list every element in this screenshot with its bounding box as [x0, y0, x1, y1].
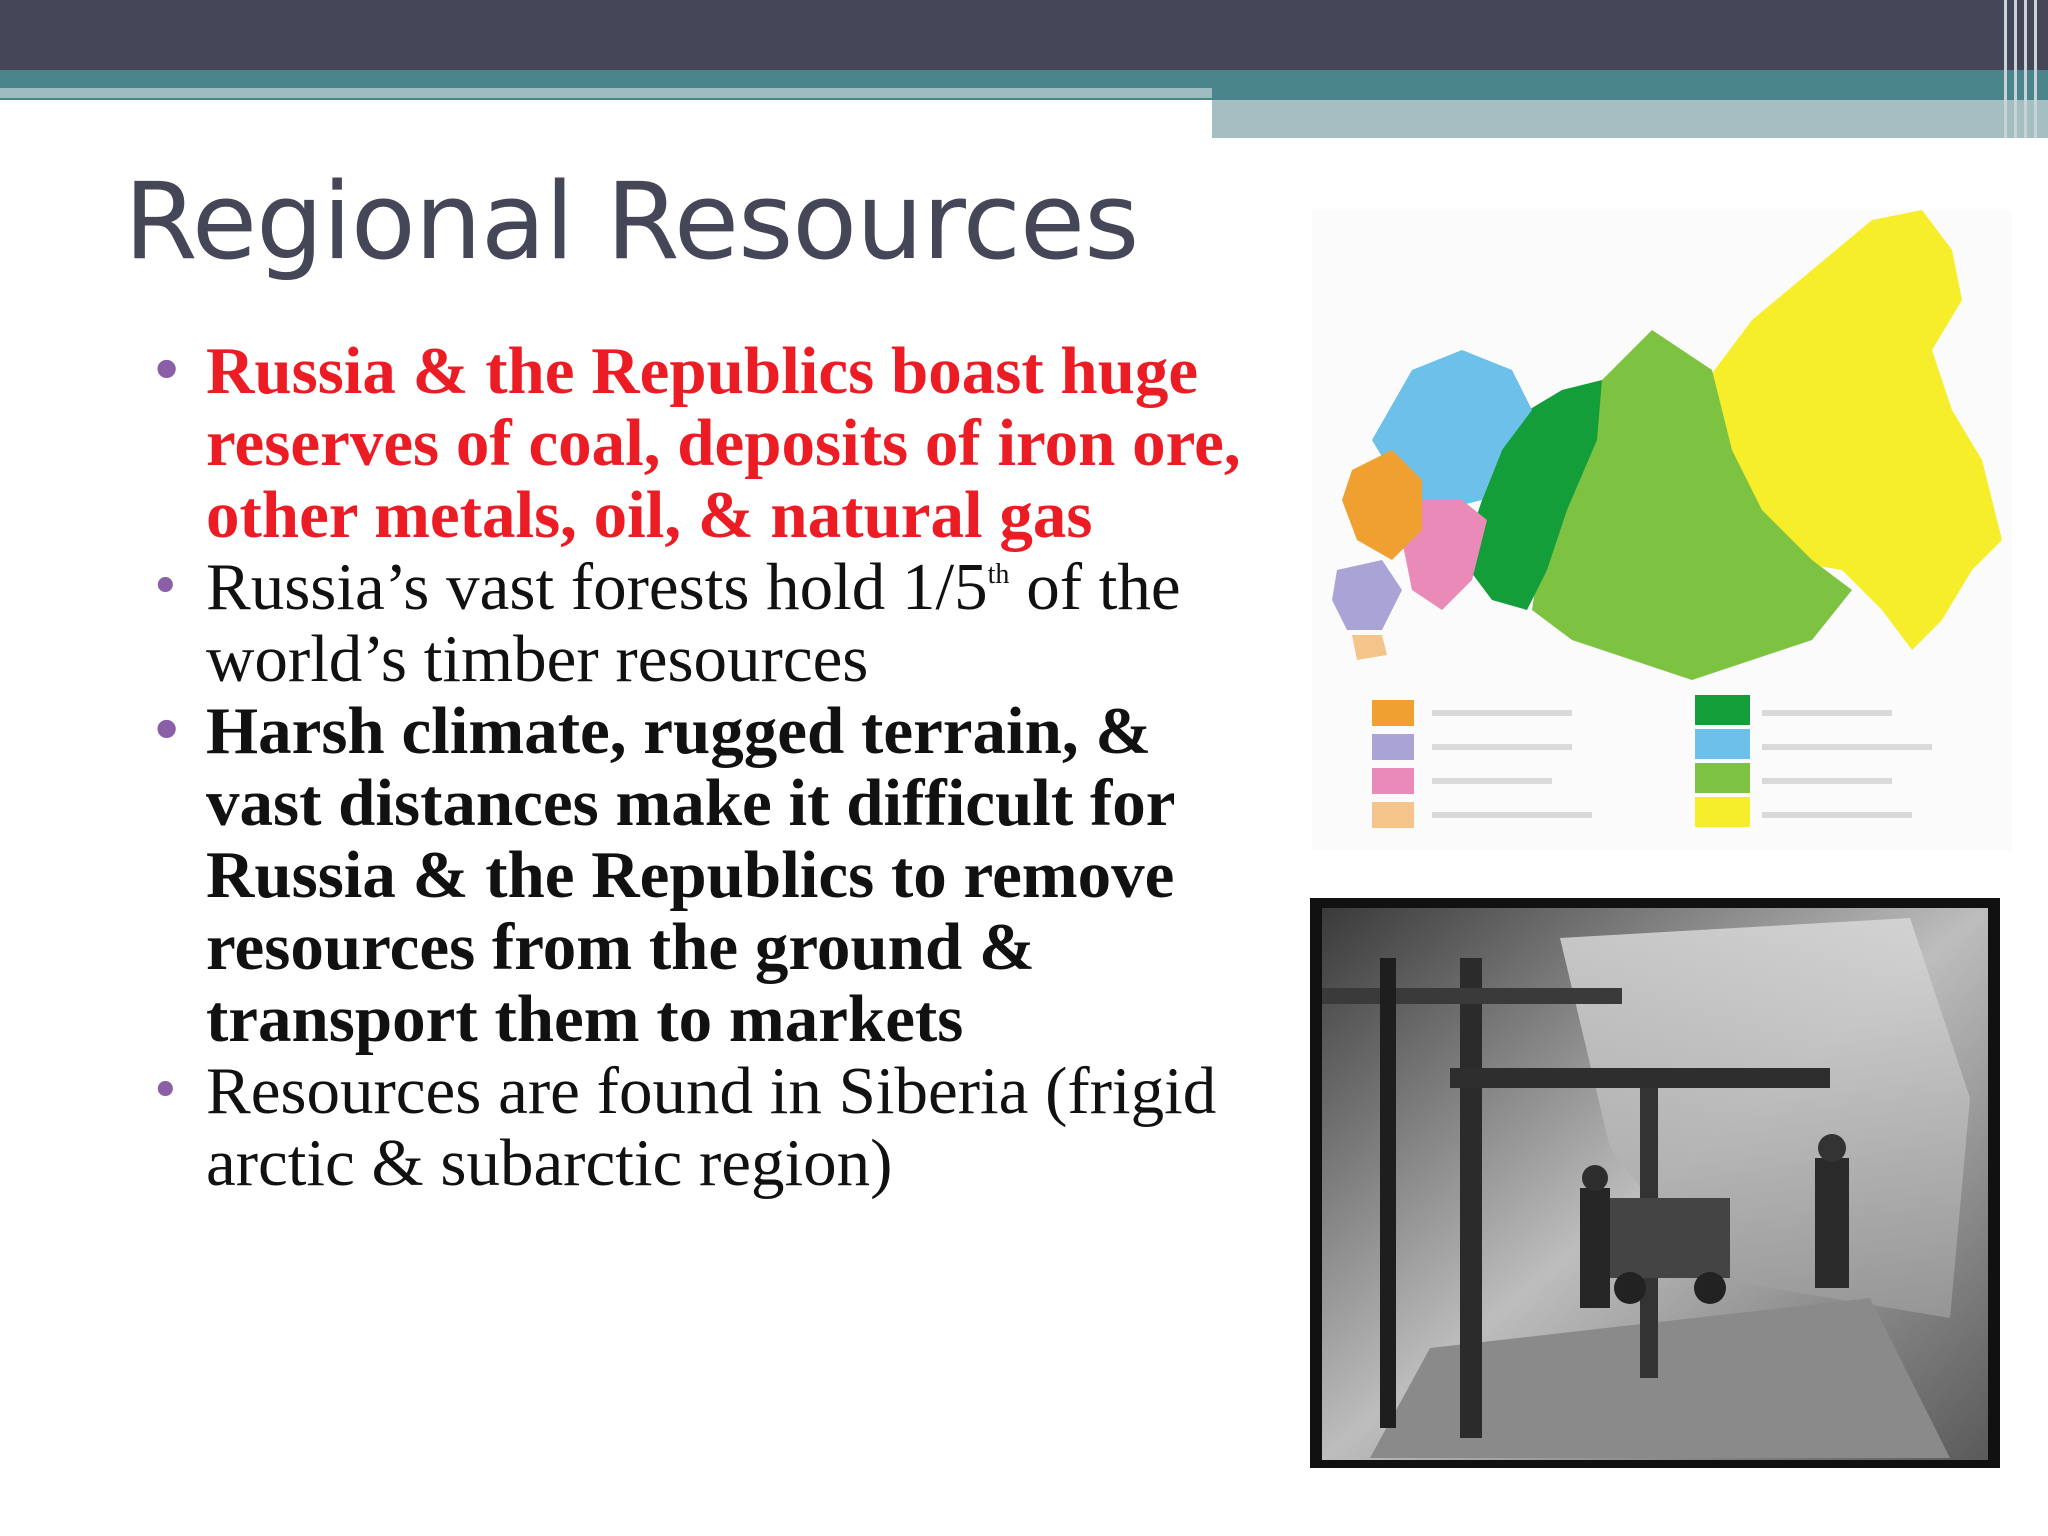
bullet-item-reserves: • Russia & the Republics boast huge rese…	[146, 335, 1276, 551]
russia-districts-map-image	[1312, 210, 2012, 850]
bullet-text: Russia & the Republics boast huge reserv…	[206, 334, 1241, 552]
bullet-marker-icon: •	[150, 557, 181, 617]
bullet-text-superscript: th	[987, 559, 1010, 590]
bullet-marker-icon: •	[150, 341, 184, 401]
header-band-dark	[0, 0, 2048, 70]
slide-title: Regional Resources	[124, 160, 1139, 283]
header-band-light	[1212, 100, 2048, 138]
bullet-text-pre: Russia’s vast forests hold 1/5	[206, 550, 988, 624]
mine-workers-photo-image	[1310, 898, 2000, 1468]
bullet-item-siberia: • Resources are found in Siberia (frigid…	[146, 1055, 1276, 1199]
bullet-text: Resources are found in Siberia (frigid a…	[206, 1054, 1217, 1200]
header-edge-lines	[1998, 0, 2048, 138]
header-strip-light	[0, 88, 1212, 98]
bullet-marker-icon: •	[150, 701, 184, 761]
bullet-item-forests: • Russia’s vast forests hold 1/5th of th…	[146, 551, 1276, 695]
bullet-text: Harsh climate, rugged terrain, & vast di…	[206, 694, 1175, 1056]
bullet-marker-icon: •	[150, 1061, 181, 1121]
bullet-list: • Russia & the Republics boast huge rese…	[146, 335, 1276, 1199]
bullet-item-climate: • Harsh climate, rugged terrain, & vast …	[146, 695, 1276, 1055]
